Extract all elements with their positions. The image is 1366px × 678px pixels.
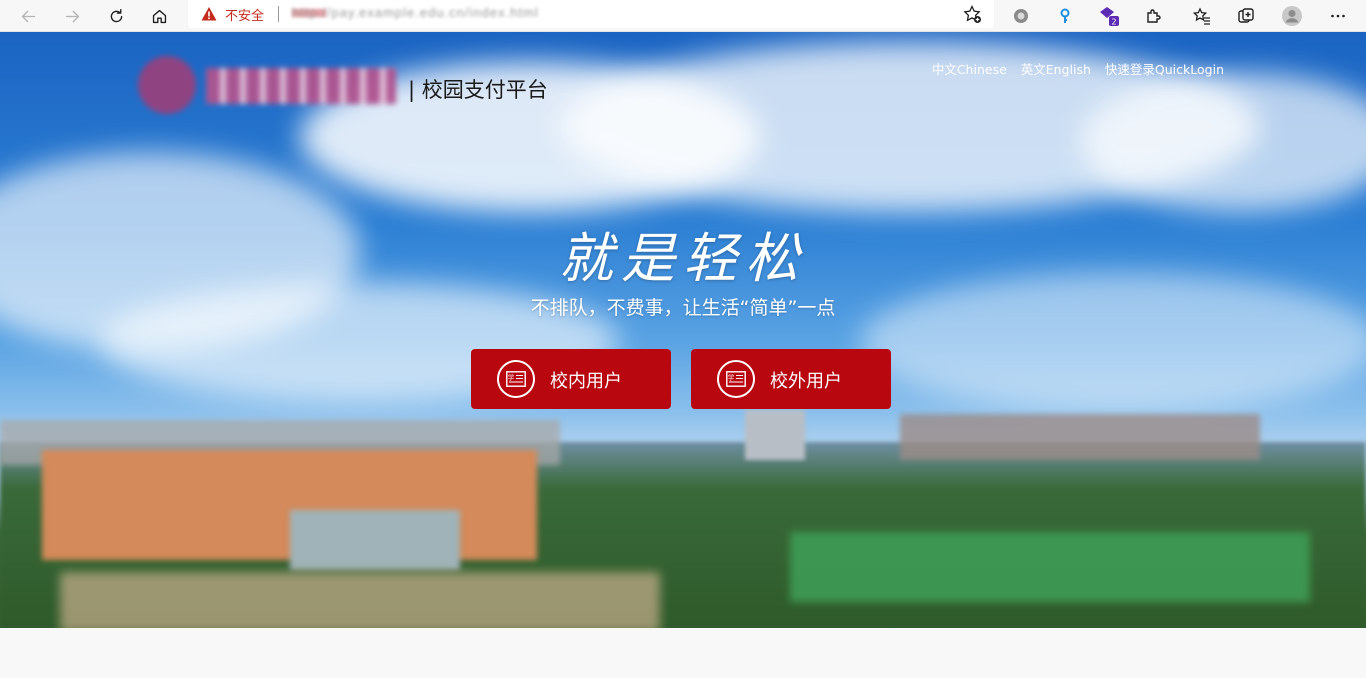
- refresh-icon: [110, 8, 122, 22]
- nav-english-link[interactable]: 英文English: [1021, 59, 1091, 78]
- platform-title: | 校园支付平台: [408, 78, 548, 102]
- lotus-pond: [790, 532, 1310, 602]
- external-user-button[interactable]: 学 校外用户: [691, 349, 891, 409]
- extensions-button[interactable]: [1140, 3, 1166, 29]
- extension-record-button[interactable]: [1008, 3, 1034, 29]
- page-footer-area: [0, 628, 1366, 678]
- arrow-right-icon: [65, 10, 79, 22]
- university-seal-logo: [138, 56, 196, 114]
- campus-plaza: [60, 572, 660, 628]
- key-icon: [1060, 8, 1070, 23]
- extension-badge-count: 2: [1111, 18, 1116, 27]
- forward-button[interactable]: [56, 0, 88, 32]
- internal-user-button[interactable]: 学 校内用户: [471, 349, 671, 409]
- top-nav: 中文Chinese 英文English 快速登录QuickLogin: [932, 59, 1224, 78]
- address-bar[interactable]: 不安全 http://pay.example.edu.cn/index.html: [188, 0, 994, 28]
- more-dots-icon: [1331, 14, 1345, 18]
- avatar-icon: [1282, 6, 1302, 26]
- favorites-button[interactable]: [1189, 3, 1215, 29]
- tower-building: [745, 410, 805, 460]
- security-warning-label[interactable]: 不安全: [225, 5, 264, 24]
- hero-subtitle: 不排队，不费事，让生活“简单”一点: [530, 297, 836, 319]
- home-button[interactable]: [143, 0, 175, 32]
- nav-chinese-link[interactable]: 中文Chinese: [932, 59, 1007, 78]
- extension-gem-icon: 2: [1100, 7, 1119, 27]
- browser-toolbar: 不安全 http://pay.example.edu.cn/index.html…: [0, 0, 1366, 32]
- favorites-icon: [1193, 7, 1210, 25]
- collections-icon: [1238, 8, 1254, 23]
- external-user-label: 校外用户: [770, 371, 842, 392]
- record-icon: [1014, 9, 1028, 23]
- university-name-logo: [206, 68, 396, 104]
- star-plus-icon[interactable]: [962, 4, 982, 24]
- nav-quick-login-link[interactable]: 快速登录QuickLogin: [1105, 59, 1224, 78]
- extension-badge-button[interactable]: 2: [1096, 3, 1122, 29]
- collections-button[interactable]: [1233, 3, 1259, 29]
- url-text[interactable]: http://pay.example.edu.cn/index.html: [292, 5, 539, 20]
- warning-triangle-icon: [201, 7, 217, 21]
- back-button[interactable]: [12, 0, 44, 32]
- home-icon: [152, 9, 166, 23]
- campus-building-facade: [290, 510, 460, 570]
- svg-text:学: 学: [508, 373, 515, 382]
- arrow-left-icon: [21, 10, 35, 22]
- internal-user-label: 校内用户: [550, 371, 622, 392]
- puzzle-icon: [1147, 9, 1161, 23]
- hero-banner: | 校园支付平台 中文Chinese 英文English 快速登录QuickLo…: [0, 32, 1366, 628]
- refresh-button[interactable]: [100, 0, 132, 32]
- hero-slogan: 就是轻松: [559, 227, 807, 290]
- address-separator: [278, 6, 279, 22]
- more-menu-button[interactable]: [1325, 3, 1351, 29]
- extension-key-button[interactable]: [1052, 3, 1078, 29]
- city-skyline: [900, 414, 1260, 460]
- id-card-icon: 学: [497, 360, 535, 398]
- profile-button[interactable]: [1279, 3, 1305, 29]
- svg-text:学: 学: [728, 373, 735, 382]
- id-card-icon: 学: [717, 360, 755, 398]
